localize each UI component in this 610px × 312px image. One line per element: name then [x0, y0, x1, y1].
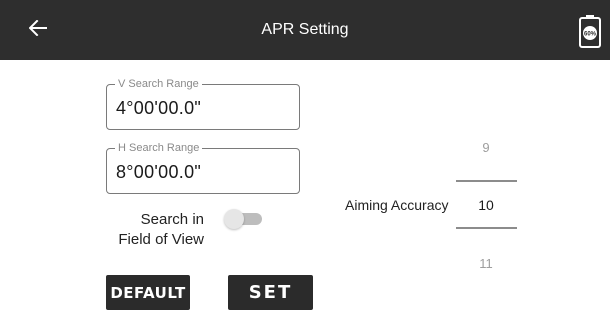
battery-icon: 60%: [578, 15, 602, 52]
set-button[interactable]: SET: [228, 275, 313, 310]
aiming-accuracy-label: Aiming Accuracy: [345, 197, 449, 213]
battery-level-text: 60%: [584, 32, 597, 38]
h-search-range-field[interactable]: H Search Range 8°00'00.0": [106, 141, 300, 194]
search-in-fov-label-line1: Search in: [140, 211, 204, 228]
top-app-bar: APR Setting 60%: [0, 0, 610, 60]
h-search-range-value: 8°00'00.0": [116, 162, 202, 182]
aiming-accuracy-selected-value[interactable]: 10: [456, 197, 516, 213]
v-search-range-field[interactable]: V Search Range 4°00'00.0": [106, 77, 300, 130]
search-in-fov-label: Search in Field of View: [100, 210, 204, 250]
h-search-range-label: H Search Range: [115, 141, 203, 155]
aiming-accuracy-prev-option[interactable]: 9: [456, 140, 516, 155]
v-search-range-label: V Search Range: [115, 77, 202, 91]
default-button[interactable]: DEFAULT: [106, 275, 190, 310]
search-in-fov-toggle[interactable]: [224, 209, 262, 229]
v-search-range-value: 4°00'00.0": [116, 98, 202, 118]
picker-divider-top: [456, 180, 517, 182]
search-in-fov-label-line2: Field of View: [118, 231, 204, 248]
picker-divider-bottom: [456, 227, 517, 229]
page-title: APR Setting: [261, 21, 349, 38]
toggle-thumb: [224, 209, 244, 229]
battery-indicator: 60%: [578, 14, 602, 48]
aiming-accuracy-next-option[interactable]: 11: [456, 256, 516, 271]
